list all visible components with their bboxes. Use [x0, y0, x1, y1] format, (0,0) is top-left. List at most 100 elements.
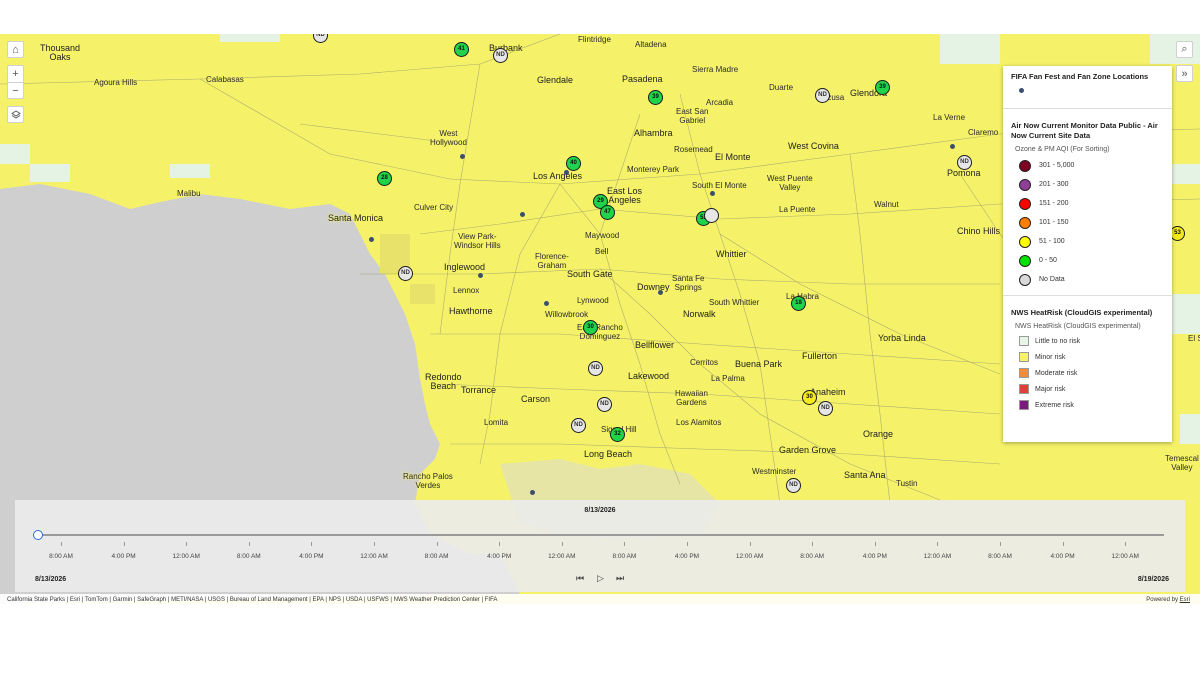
aqi-sensor[interactable]: 41: [454, 42, 469, 57]
legend-aqi-list: 301 - 5,000 201 - 300 151 - 200 101 - 15…: [1003, 156, 1172, 289]
aqi-sensor[interactable]: ND: [588, 361, 603, 376]
aqi-sensor[interactable]: ND: [597, 397, 612, 412]
place-label: Orange: [863, 429, 894, 439]
aqi-sensor[interactable]: 28: [377, 171, 392, 186]
place-label: Walnut: [874, 200, 899, 209]
next-icon: ⏭: [616, 573, 625, 583]
aqi-sensor[interactable]: ND: [815, 88, 830, 103]
heat-patch: [0, 144, 30, 164]
fifa-location-dot[interactable]: [460, 154, 465, 159]
time-slider-thumb[interactable]: [33, 530, 43, 540]
aqi-sensor[interactable]: 47: [600, 205, 615, 220]
time-slider-start-date: 8/13/2026: [35, 576, 67, 583]
layers-icon: [10, 109, 21, 119]
next-button[interactable]: ⏭: [616, 573, 624, 584]
legend-heat-list: Little to no risk Minor risk Moderate ri…: [1003, 333, 1172, 413]
place-label: Los Angeles: [533, 171, 583, 181]
home-button[interactable]: ⌂: [7, 41, 24, 58]
place-label: Yorba Linda: [878, 333, 926, 343]
legend-aqi-label: 301 - 5,000: [1039, 162, 1075, 169]
aqi-sensor[interactable]: ND: [493, 48, 508, 63]
place-label: Bell: [595, 247, 609, 256]
esri-link[interactable]: Esri: [1180, 597, 1190, 603]
legend-heat-item: Minor risk: [1003, 349, 1172, 365]
aqi-sensor[interactable]: 18: [791, 296, 806, 311]
zoom-in-button[interactable]: +: [7, 65, 24, 82]
previous-button[interactable]: ⏮: [576, 573, 584, 584]
place-label: South Gate: [567, 269, 613, 279]
legend-heat-label: Little to no risk: [1035, 337, 1081, 345]
fifa-location-dot[interactable]: [950, 144, 955, 149]
heat-swatch-icon: [1019, 352, 1029, 362]
aqi-sensor[interactable]: 40: [566, 156, 581, 171]
fifa-location-dot[interactable]: [710, 191, 715, 196]
legend-aqi-item: 201 - 300: [1003, 175, 1172, 194]
aqi-sensor[interactable]: 30: [802, 390, 817, 405]
search-button[interactable]: ⌕: [1176, 41, 1193, 58]
place-label: Lomita: [484, 418, 509, 427]
fifa-location-dot[interactable]: [544, 301, 549, 306]
time-slider-tick-label: 8:00 AM: [988, 553, 1012, 560]
aqi-swatch-icon: [1019, 216, 1031, 229]
place-label: Calabasas: [206, 75, 244, 84]
time-slider-tick: [812, 542, 814, 546]
place-label: Norwalk: [683, 309, 716, 319]
play-button[interactable]: ▷: [597, 573, 604, 584]
aqi-sensor[interactable]: 30: [583, 320, 598, 335]
legend-aqi-item: 301 - 5,000: [1003, 156, 1172, 175]
aqi-sensor[interactable]: ND: [571, 418, 586, 433]
aqi-sensor[interactable]: 32: [610, 427, 625, 442]
place-label: Altadena: [635, 40, 667, 49]
time-slider-tick-label: 8:00 AM: [800, 553, 825, 560]
legend-aqi-label: No Data: [1039, 276, 1065, 283]
fifa-location-dot[interactable]: [564, 170, 569, 175]
fifa-location-dot[interactable]: [530, 490, 535, 495]
aqi-sensor[interactable]: ND: [398, 266, 413, 281]
place-label: Maywood: [585, 231, 620, 240]
expand-legend-button[interactable]: »: [1176, 65, 1193, 82]
place-label: East San Gabriel: [676, 107, 709, 125]
aqi-sensor[interactable]: 39: [648, 90, 663, 105]
layers-button[interactable]: [7, 106, 24, 123]
time-slider-track[interactable]: [38, 534, 1164, 536]
time-slider-tick: [1062, 542, 1064, 546]
heat-patch: [1180, 414, 1200, 444]
fifa-location-dot[interactable]: [520, 212, 525, 217]
place-label: Whittier: [716, 249, 747, 259]
fifa-location-dot[interactable]: [369, 237, 374, 242]
time-slider-tick: [937, 542, 939, 546]
time-slider-tick-label: 4:00 PM: [299, 553, 324, 560]
chevron-right-icon: »: [1181, 67, 1188, 80]
time-slider-tick-label: 8:00 AM: [424, 553, 449, 560]
aqi-sensor[interactable]: ND: [786, 478, 801, 493]
aqi-sensor[interactable]: 53: [1170, 226, 1185, 241]
legend-aqi-subtitle: Ozone & PM AQI (For Sorting): [1015, 146, 1110, 153]
time-slider-tick-label: 8:00 AM: [612, 553, 637, 560]
place-label: Sierra Madre: [692, 65, 739, 74]
fifa-location-dot[interactable]: [478, 273, 483, 278]
time-slider[interactable]: 8/13/2026 8:00 AM 4:00 PM 12:00 AM 8:00 AM 4…: [15, 500, 1185, 592]
legend-heat-item: Extreme risk: [1003, 397, 1172, 413]
legend-heat-item: Moderate risk: [1003, 365, 1172, 381]
aqi-sensor[interactable]: [704, 208, 719, 223]
zoom-out-button[interactable]: −: [7, 82, 24, 99]
time-slider-tick: [749, 542, 751, 546]
place-label: La Palma: [711, 374, 745, 383]
heat-patch: [170, 164, 210, 178]
place-label: Redondo Beach: [425, 372, 462, 391]
attribution-text: California State Parks | Esri | TomTom |…: [7, 597, 498, 603]
place-label: Long Beach: [584, 449, 633, 459]
place-label: Santa Ana: [844, 470, 886, 480]
place-label: Inglewood: [444, 262, 486, 272]
aqi-swatch-icon: [1019, 254, 1031, 267]
legend-heat-label: Extreme risk: [1035, 401, 1074, 409]
time-slider-tick: [61, 542, 62, 546]
place-label: Temescal Valley: [1165, 454, 1199, 472]
aqi-sensor[interactable]: ND: [957, 155, 972, 170]
aqi-sensor[interactable]: ND: [818, 401, 833, 416]
fifa-location-dot[interactable]: [658, 290, 663, 295]
heat-patch: [410, 284, 435, 304]
aqi-sensor[interactable]: 39: [875, 80, 890, 95]
place-label: Torrance: [461, 385, 497, 395]
fifa-dot-icon: [1019, 88, 1024, 93]
